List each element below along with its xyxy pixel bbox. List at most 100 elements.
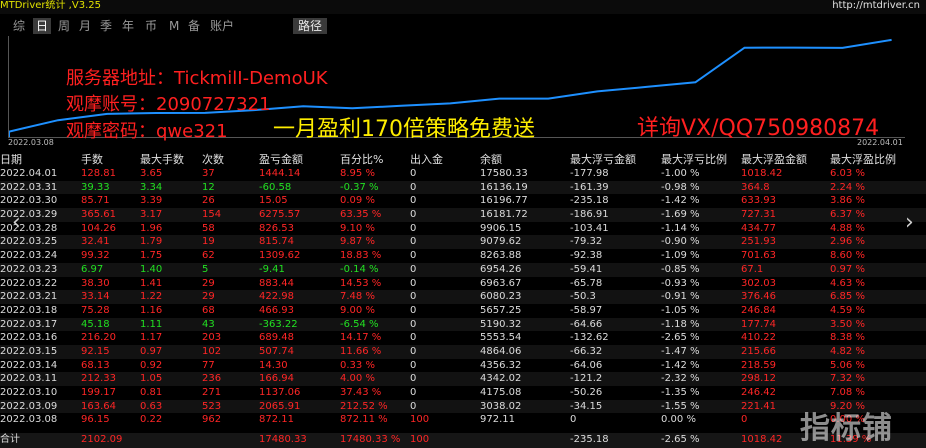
tab-5[interactable]: 年 <box>119 18 137 34</box>
next-arrow-icon[interactable]: › <box>905 210 914 235</box>
total-label: 合计 <box>0 434 20 445</box>
cell-pct: 9.87 % <box>340 236 375 248</box>
cell-maxlots: 0.63 <box>140 400 163 412</box>
cell-date: 2022.03.14 <box>0 359 58 371</box>
column-header-5[interactable]: 百分比% <box>340 153 383 167</box>
tab-3[interactable]: 月 <box>76 18 94 34</box>
column-header-2[interactable]: 最大手数 <box>140 153 184 167</box>
cell-bal: 16196.77 <box>480 195 528 207</box>
cell-bal: 5190.32 <box>480 318 522 330</box>
cell-date: 2022.03.09 <box>0 400 58 412</box>
cell-mfl: -64.66 <box>570 318 603 330</box>
table-row[interactable]: 2022.03.22 38.30 1.41 29 883.44 14.53 % 0 6963.… <box>0 277 926 291</box>
cell-pl: 2065.91 <box>259 400 301 412</box>
column-header-6[interactable]: 出入金 <box>410 153 443 167</box>
tab-7[interactable]: M <box>166 18 182 34</box>
column-header-1[interactable]: 手数 <box>81 153 103 167</box>
cell-pl: 815.74 <box>259 236 294 248</box>
cell-pct: 9.00 % <box>340 304 375 316</box>
column-header-8[interactable]: 最大浮亏金额 <box>570 153 636 167</box>
table-row[interactable]: 2022.03.31 39.33 3.34 12 -60.58 -0.37 % 0 16136… <box>0 180 926 195</box>
cell-mfpp: 7.08 % <box>830 387 865 398</box>
cell-pl: -9.41 <box>259 263 285 275</box>
cell-count: 62 <box>202 250 215 262</box>
overlay-password-text: 观摩密码：qwe321 <box>66 121 228 142</box>
cell-pct: 8.95 % <box>340 168 375 179</box>
table-row[interactable]: 2022.03.16 216.20 1.17 203 689.48 14.17 % 0 555… <box>0 331 926 345</box>
table-row[interactable]: 2022.03.10 199.17 0.81 271 1137.06 37.43 % 0 41… <box>0 386 926 400</box>
table-row[interactable]: 2022.03.29 365.61 3.17 154 6275.57 63.35 % 0 16… <box>0 208 926 222</box>
cell-io: 0 <box>410 168 417 179</box>
cell-mfl: -177.98 <box>570 168 609 179</box>
cell-mfp: 633.93 <box>741 195 776 207</box>
column-header-10[interactable]: 最大浮盈金额 <box>741 153 807 167</box>
cell-mfpp: 4.63 % <box>830 277 865 289</box>
cell-mfp: 376.46 <box>741 291 776 303</box>
cell-count: 26 <box>202 195 215 207</box>
tab-9[interactable]: 账户 <box>207 18 237 34</box>
cell-bal: 3038.02 <box>480 400 522 412</box>
cell-mfl: -79.32 <box>570 236 603 248</box>
table-row[interactable]: 2022.03.09 163.64 0.63 523 2065.91 212.52 % 0 3… <box>0 399 926 414</box>
cell-lots: 75.28 <box>81 304 110 316</box>
cell-count: 154 <box>202 209 222 221</box>
cell-bal: 972.11 <box>480 414 515 426</box>
cell-mfp: 215.66 <box>741 345 776 357</box>
cell-io: 0 <box>410 250 417 262</box>
prev-arrow-icon[interactable]: ‹ <box>12 210 21 235</box>
table-row[interactable]: 2022.04.01 128.81 3.65 37 1444.14 8.95 % 0 1758… <box>0 167 926 181</box>
cell-pct: 14.53 % <box>340 277 382 289</box>
table-row[interactable]: 2022.03.08 96.15 0.22 962 872.11 872.11 % 100 9… <box>0 413 926 427</box>
tab-0[interactable]: 综 <box>10 18 28 34</box>
table-row[interactable]: 2022.03.28 104.26 1.96 58 826.53 9.10 % 0 9906.… <box>0 222 926 236</box>
cell-date: 2022.03.29 <box>0 209 58 221</box>
table-row[interactable]: 2022.03.23 6.97 1.40 5 -9.41 -0.14 % 0 6954.26 -… <box>0 262 926 277</box>
cell-pl: 166.94 <box>259 373 294 385</box>
cell-mflp: -0.90 % <box>661 236 700 248</box>
column-header-3[interactable]: 次数 <box>202 153 224 167</box>
tab-1[interactable]: 日 <box>33 18 52 34</box>
cell-mfpp: 7.32 % <box>830 373 865 385</box>
cell-pl: 15.05 <box>259 195 288 207</box>
table-row[interactable]: 2022.03.30 85.71 3.39 26 15.05 0.09 % 0 16196.7… <box>0 194 926 208</box>
tab-2[interactable]: 周 <box>55 18 73 34</box>
column-header-9[interactable]: 最大浮亏比例 <box>661 153 727 167</box>
cell-bal: 5553.54 <box>480 332 522 344</box>
cell-io: 0 <box>410 263 417 275</box>
app-url-link[interactable]: http://mtdriver.cn <box>832 0 920 12</box>
table-row[interactable]: 2022.03.21 33.14 1.22 29 422.98 7.48 % 0 6080.2… <box>0 290 926 304</box>
table-row[interactable]: 2022.03.18 75.28 1.16 68 466.93 9.00 % 0 5657.2… <box>0 304 926 318</box>
tab-4[interactable]: 季 <box>97 18 115 34</box>
cell-mfp: 246.84 <box>741 304 776 316</box>
cell-date: 2022.03.11 <box>0 373 58 385</box>
cell-date: 2022.03.28 <box>0 222 58 234</box>
table-row[interactable]: 2022.03.15 92.15 0.97 102 507.74 11.66 % 0 4864… <box>0 344 926 359</box>
table-row[interactable]: 2022.03.17 45.18 1.11 43 -363.22 -6.54 % 0 5190… <box>0 317 926 332</box>
cell-io: 0 <box>410 345 417 357</box>
cell-date: 2022.03.30 <box>0 195 58 207</box>
path-button[interactable]: 路径 <box>293 18 327 34</box>
table-row[interactable]: 2022.03.11 212.33 1.05 236 166.94 4.00 % 0 4342… <box>0 372 926 386</box>
cell-pct: 212.52 % <box>340 400 388 412</box>
cell-bal: 6954.26 <box>480 263 522 275</box>
cell-pct: 63.35 % <box>340 209 382 221</box>
cell-count: 77 <box>202 359 215 371</box>
table-row[interactable]: 2022.03.25 32.41 1.79 19 815.74 9.87 % 0 9079.6… <box>0 235 926 250</box>
cell-mflp: -0.93 % <box>661 277 700 289</box>
cell-maxlots: 1.96 <box>140 222 163 234</box>
cell-mfpp: 3.50 % <box>830 318 865 330</box>
column-header-7[interactable]: 余额 <box>480 153 502 167</box>
table-row[interactable]: 2022.03.24 99.32 1.75 62 1309.62 18.83 % 0 8263… <box>0 249 926 263</box>
column-header-4[interactable]: 盈亏金额 <box>259 153 303 167</box>
tab-8[interactable]: 备 <box>185 18 203 34</box>
cell-count: 5 <box>202 263 209 275</box>
cell-mfpp: 6.03 % <box>830 168 865 179</box>
cell-mflp: -1.14 % <box>661 222 700 234</box>
cell-mfp: 218.59 <box>741 359 776 371</box>
tab-6[interactable]: 币 <box>142 18 160 34</box>
cell-mfp: 221.41 <box>741 400 776 412</box>
table-row[interactable]: 2022.03.14 68.13 0.92 77 14.30 0.33 % 0 4356.32… <box>0 359 926 373</box>
column-header-11[interactable]: 最大浮盈比例 <box>830 153 896 167</box>
chart-x-start-label: 2022.03.08 <box>8 138 54 147</box>
column-header-0[interactable]: 日期 <box>0 153 22 167</box>
